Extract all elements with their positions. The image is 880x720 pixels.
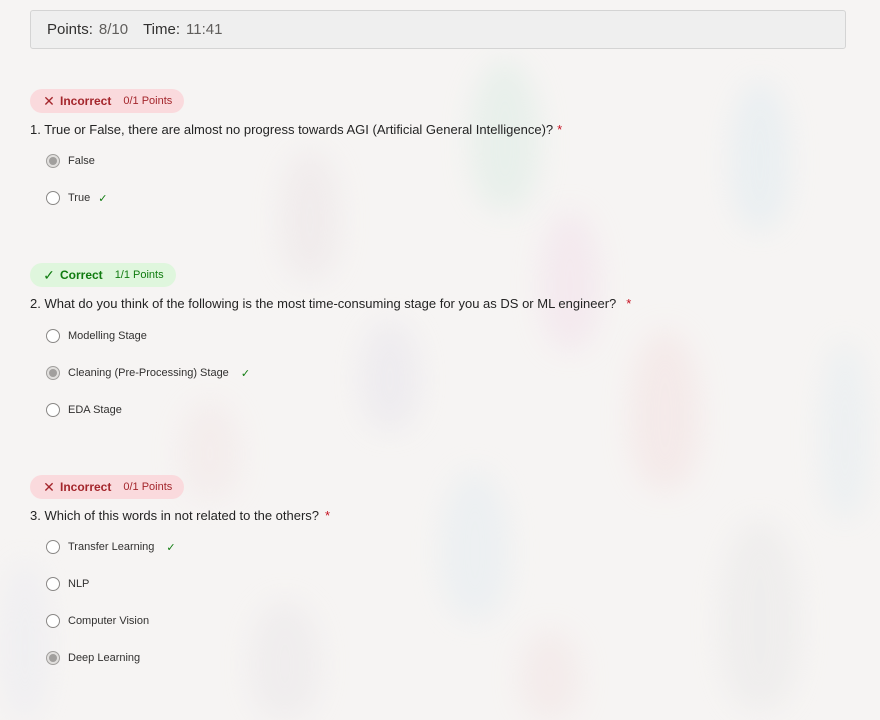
points-label: Points: bbox=[47, 21, 93, 38]
option-label: Computer Vision bbox=[68, 615, 150, 627]
question-text-label: 1. True or False, there are almost no pr… bbox=[30, 122, 554, 137]
result-status: Incorrect bbox=[60, 94, 112, 108]
checkmark-icon: ✓ bbox=[166, 541, 176, 554]
background-decoration bbox=[280, 150, 340, 280]
score-header: Points: 8/10 Time: 11:41 bbox=[30, 10, 846, 49]
required-marker: * bbox=[325, 508, 331, 523]
option-label: Modelling Stage bbox=[68, 330, 147, 342]
background-decoration bbox=[360, 320, 420, 430]
option-label: EDA Stage bbox=[68, 404, 122, 416]
option-label: True bbox=[68, 192, 91, 204]
result-badge: ✕ Incorrect 0/1 Points bbox=[30, 89, 185, 113]
time-value: 11:41 bbox=[186, 21, 223, 38]
question-text: 1. True or False, there are almost no pr… bbox=[30, 122, 830, 138]
result-status: Incorrect bbox=[60, 480, 112, 494]
background-decoration bbox=[520, 630, 580, 720]
option-label: Deep Learning bbox=[68, 652, 141, 664]
option-computer-vision[interactable]: Computer Vision bbox=[46, 614, 149, 628]
x-icon: ✕ bbox=[43, 92, 55, 109]
question-1: ✕ Incorrect 0/1 Points 1. True or False,… bbox=[30, 89, 830, 205]
option-transfer-learning[interactable]: Transfer Learning ✓ bbox=[46, 540, 176, 554]
radio-button[interactable] bbox=[46, 191, 60, 205]
points-value: 8/10 bbox=[98, 21, 129, 38]
background-decoration bbox=[0, 560, 50, 720]
radio-button[interactable] bbox=[46, 329, 60, 343]
question-2: ✓ Correct 1/1 Points 2. What do you thin… bbox=[30, 263, 830, 417]
result-badge: ✕ Incorrect 0/1 Points bbox=[30, 475, 185, 499]
option-false[interactable]: False bbox=[46, 154, 95, 168]
checkmark-icon: ✓ bbox=[43, 266, 55, 283]
radio-button[interactable] bbox=[46, 154, 60, 168]
option-nlp[interactable]: NLP bbox=[46, 577, 89, 591]
radio-button[interactable] bbox=[46, 540, 60, 554]
checkmark-icon: ✓ bbox=[240, 367, 251, 380]
radio-button[interactable] bbox=[46, 366, 60, 380]
question-text-label: 2. What do you think of the following is… bbox=[30, 296, 617, 311]
question-text-label: 3. Which of this words in not related to… bbox=[30, 508, 320, 523]
result-points: 0/1 Points bbox=[123, 481, 173, 493]
background-decoration bbox=[250, 600, 320, 720]
radio-button[interactable] bbox=[46, 577, 60, 591]
option-label: Cleaning (Pre-Processing) Stage bbox=[68, 367, 229, 379]
result-badge: ✓ Correct 1/1 Points bbox=[30, 263, 176, 287]
question-3: ✕ Incorrect 0/1 Points 3. Which of this … bbox=[30, 475, 830, 665]
result-status: Correct bbox=[60, 268, 103, 282]
radio-button[interactable] bbox=[46, 614, 60, 628]
option-true[interactable]: True ✓ bbox=[46, 191, 107, 205]
required-marker: * bbox=[557, 122, 563, 137]
radio-button[interactable] bbox=[46, 403, 60, 417]
option-eda-stage[interactable]: EDA Stage bbox=[46, 403, 122, 417]
option-label: Transfer Learning bbox=[68, 541, 155, 553]
question-text: 2. What do you think of the following is… bbox=[30, 296, 830, 312]
background-decoration bbox=[630, 330, 700, 490]
result-points: 1/1 Points bbox=[114, 269, 164, 281]
question-text: 3. Which of this words in not related to… bbox=[30, 508, 830, 524]
checkmark-icon: ✓ bbox=[98, 192, 108, 205]
background-decoration bbox=[720, 520, 800, 710]
time-label: Time: bbox=[143, 21, 181, 38]
required-marker: * bbox=[626, 296, 632, 311]
x-icon: ✕ bbox=[43, 478, 55, 495]
option-label: False bbox=[68, 155, 95, 167]
radio-button[interactable] bbox=[46, 651, 60, 665]
option-label: NLP bbox=[68, 578, 90, 590]
option-cleaning-stage[interactable]: Cleaning (Pre-Processing) Stage ✓ bbox=[46, 366, 250, 380]
option-modelling-stage[interactable]: Modelling Stage bbox=[46, 329, 147, 343]
result-points: 0/1 Points bbox=[123, 95, 173, 107]
option-deep-learning[interactable]: Deep Learning bbox=[46, 651, 140, 665]
